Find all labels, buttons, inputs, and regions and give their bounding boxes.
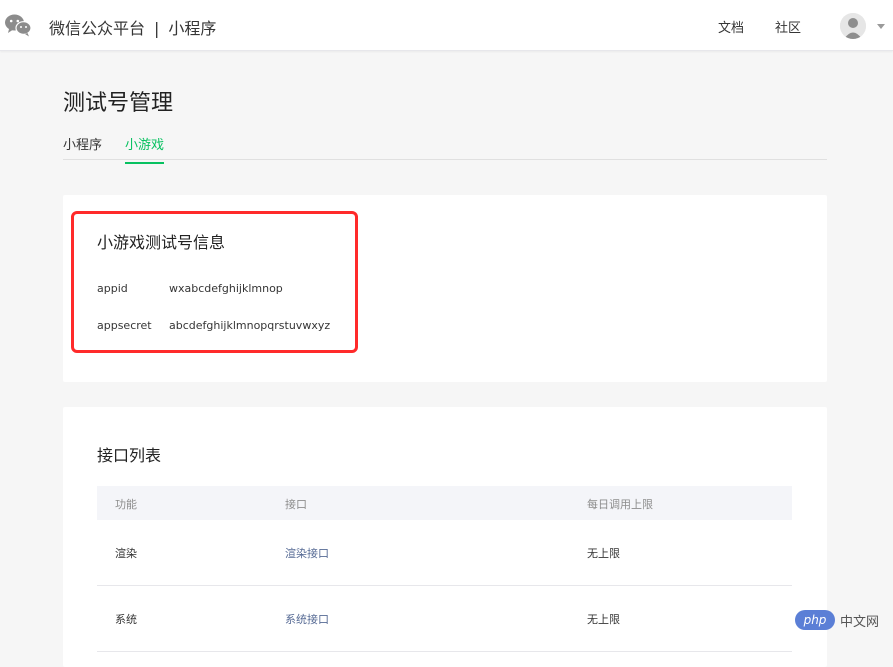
row-feature: 系统: [115, 613, 137, 626]
product-name: 小程序: [168, 19, 217, 38]
api-list-card: 接口列表 功能 接口 每日调用上限 渲染 渲染接口 无上限 系统 系统接口 无上…: [63, 407, 827, 667]
brand-separator: |: [154, 19, 160, 38]
column-header-limit: 每日调用上限: [587, 498, 653, 511]
brand-title[interactable]: 微信公众平台 | 小程序: [49, 15, 216, 39]
api-table: 功能 接口 每日调用上限 渲染 渲染接口 无上限 系统 系统接口 无上限: [97, 486, 792, 652]
avatar[interactable]: [840, 13, 866, 39]
top-bar: 微信公众平台 | 小程序 文档 社区: [0, 0, 893, 51]
tab-mini-game[interactable]: 小游戏: [125, 134, 165, 164]
table-header: 功能 接口 每日调用上限: [97, 486, 792, 520]
row-api-link[interactable]: 渲染接口: [285, 545, 329, 561]
test-account-info-card: 小游戏测试号信息 appid wxabcdefghijklmnop appsec…: [63, 195, 827, 382]
row-api-link[interactable]: 系统接口: [285, 611, 329, 627]
appsecret-label: appsecret: [97, 319, 152, 332]
row-feature: 渲染: [115, 547, 137, 560]
appid-value: wxabcdefghijklmnop: [169, 282, 283, 295]
table-row: 系统 系统接口 无上限: [97, 586, 792, 652]
api-card-title: 接口列表: [97, 446, 162, 465]
appid-label: appid: [97, 282, 128, 295]
nav-link-docs[interactable]: 文档: [718, 17, 744, 36]
row-limit: 无上限: [587, 547, 620, 560]
tab-mini-program[interactable]: 小程序: [63, 134, 102, 162]
watermark-logo: php: [795, 610, 835, 630]
wechat-logo-icon[interactable]: [4, 13, 32, 37]
platform-name: 微信公众平台: [49, 19, 146, 38]
row-limit: 无上限: [587, 613, 620, 626]
site-watermark: php 中文网: [795, 609, 885, 631]
column-header-api: 接口: [285, 498, 307, 511]
chevron-down-icon[interactable]: [877, 24, 885, 29]
appsecret-value: abcdefghijklmnopqrstuvwxyz: [169, 319, 331, 332]
page-title: 测试号管理: [63, 91, 174, 116]
table-row: 渲染 渲染接口 无上限: [97, 520, 792, 586]
tab-bar: 小程序 小游戏: [63, 128, 827, 164]
watermark-text: 中文网: [840, 615, 880, 630]
user-avatar-icon: [840, 13, 866, 39]
nav-link-community[interactable]: 社区: [775, 17, 801, 36]
info-card-title: 小游戏测试号信息: [97, 233, 226, 252]
column-header-feature: 功能: [115, 498, 137, 511]
